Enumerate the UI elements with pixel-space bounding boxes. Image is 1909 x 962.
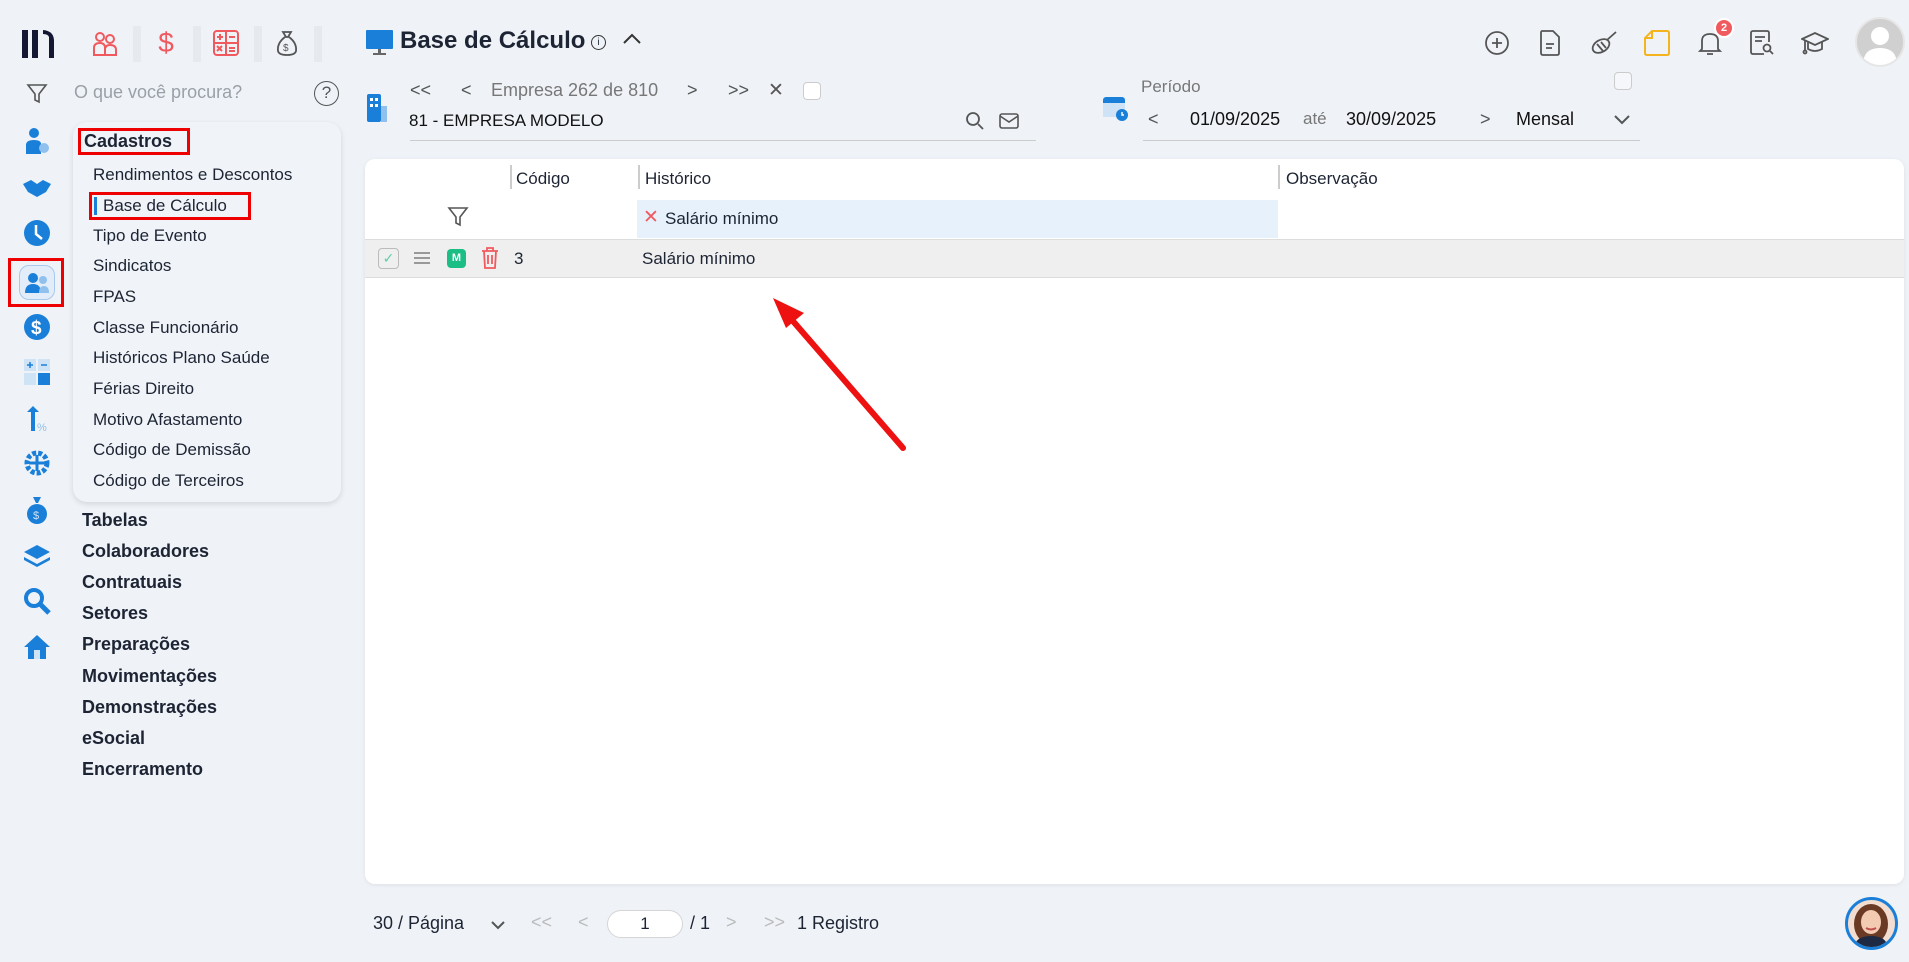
next-page-button[interactable]: > bbox=[726, 912, 737, 933]
prev-page-button[interactable]: < bbox=[578, 912, 589, 933]
annotation-arrow bbox=[773, 298, 906, 451]
page-size-select[interactable]: 30 / Página bbox=[373, 913, 464, 934]
first-page-button[interactable]: << bbox=[531, 912, 552, 933]
last-page-button[interactable]: >> bbox=[764, 912, 785, 933]
total-pages: / 1 bbox=[690, 913, 711, 933]
assistant-avatar[interactable] bbox=[1845, 897, 1898, 950]
page-input[interactable]: 1 bbox=[607, 910, 683, 938]
page-size-chevron-icon[interactable] bbox=[490, 918, 506, 936]
record-count: 1 Registro bbox=[797, 913, 880, 933]
